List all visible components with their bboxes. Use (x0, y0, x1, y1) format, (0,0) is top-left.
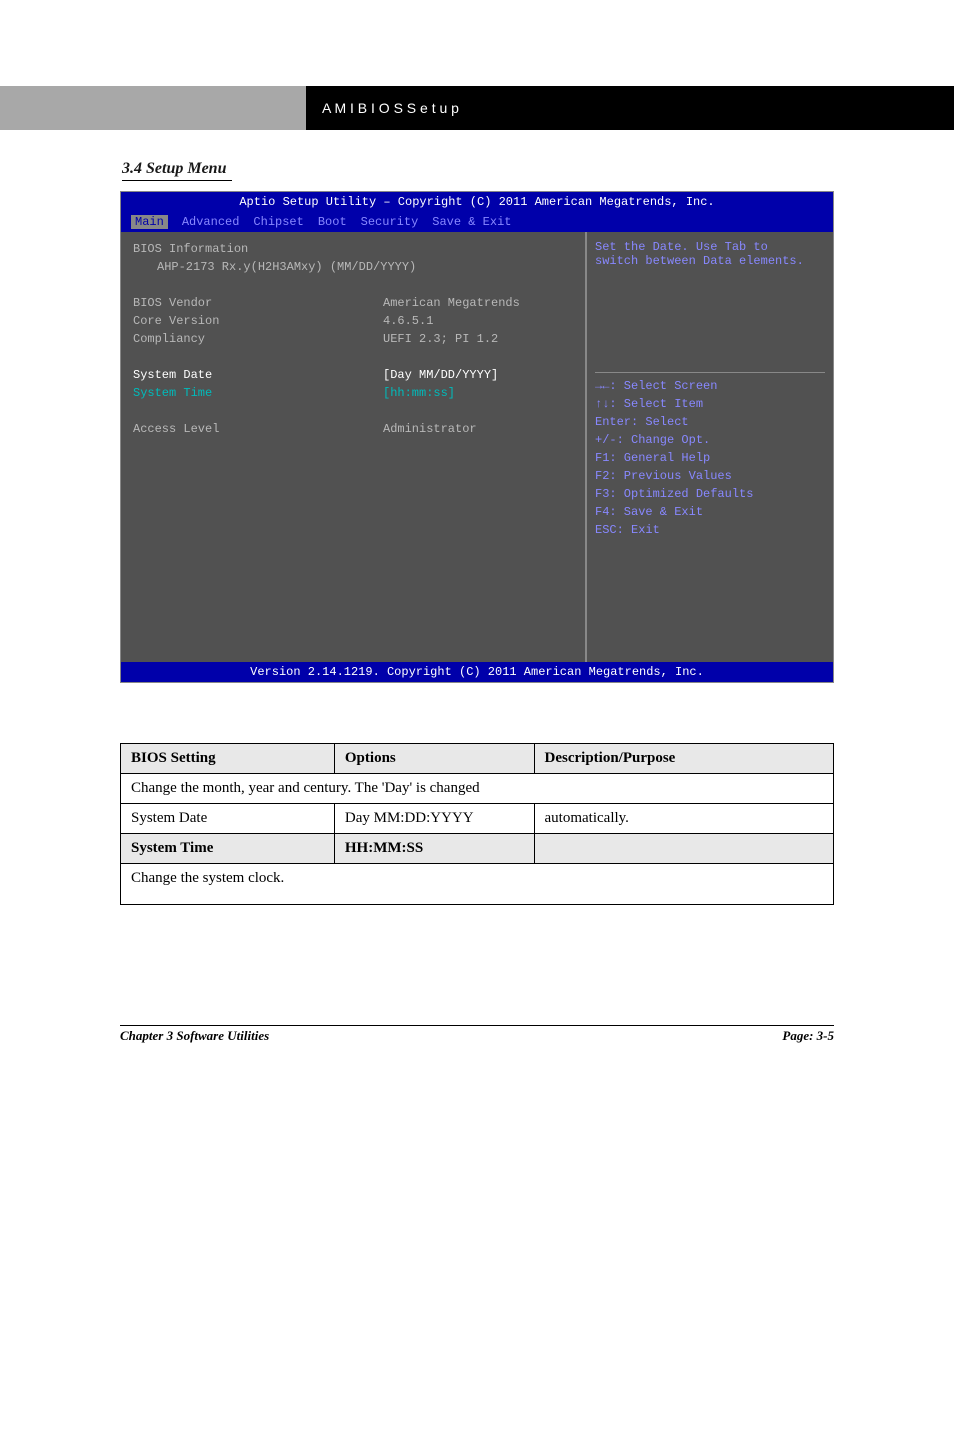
table-row-date-desc: Change the month, year and century. The … (121, 774, 834, 804)
key-f4: F4: Save & Exit (595, 503, 825, 521)
help-divider (595, 372, 825, 373)
key-f1: F1: General Help (595, 449, 825, 467)
key-f3: F3: Optimized Defaults (595, 485, 825, 503)
spacer (133, 402, 573, 420)
bios-top: Aptio Setup Utility – Copyright (C) 2011… (121, 192, 833, 212)
bios-tab-security[interactable]: Security (361, 215, 419, 229)
table-row-time-header: System Time HH:MM:SS (121, 834, 834, 864)
row-time[interactable]: System Time [hh:mm:ss] (133, 384, 573, 402)
bios-info-text: BIOS Information (133, 240, 248, 258)
label-access: Access Level (133, 420, 383, 438)
key-enter: Enter: Select (595, 413, 825, 431)
bios-tab-chipset[interactable]: Chipset (253, 215, 303, 229)
label-time: System Time (133, 384, 383, 402)
footer-right: Page: 3-5 (552, 1028, 834, 1044)
bios-left-panel: BIOS Information AHP-2173 Rx.y(H2H3AMxy)… (121, 232, 586, 662)
help-line-2: switch between Data elements. (595, 254, 825, 268)
bios-model-text: AHP-2173 Rx.y(H2H3AMxy) (MM/DD/YYYY) (157, 258, 416, 276)
bios-screen: Aptio Setup Utility – Copyright (C) 2011… (120, 191, 834, 683)
value-time[interactable]: [hh:mm:ss] (383, 384, 573, 402)
th-setting: BIOS Setting (121, 744, 335, 774)
key-f2: F2: Previous Values (595, 467, 825, 485)
bios-footer: Version 2.14.1219. Copyright (C) 2011 Am… (121, 662, 833, 682)
bios-tab-advanced[interactable]: Advanced (182, 215, 240, 229)
td-date-options: Day MM:DD:YYYY (334, 804, 534, 834)
value-core: 4.6.5.1 (383, 312, 573, 330)
label-date: System Date (133, 366, 383, 384)
help-keys: →←: Select Screen ↑↓: Select Item Enter:… (595, 377, 825, 654)
value-date[interactable]: [Day MM/DD/YYYY] (383, 366, 573, 384)
key-esc: ESC: Exit (595, 521, 825, 539)
label-vendor: BIOS Vendor (133, 294, 383, 312)
bios-info-label: BIOS Information (133, 240, 573, 258)
table-row-time-desc: Change the system clock. (121, 864, 834, 905)
row-comp: Compliancy UEFI 2.3; PI 1.2 (133, 330, 573, 348)
bios-tab-save-exit[interactable]: Save & Exit (432, 215, 511, 229)
table-wrap: BIOS Setting Options Description/Purpose… (120, 743, 834, 905)
label-comp: Compliancy (133, 330, 383, 348)
section-title: 3.4 Setup Menu (122, 160, 226, 177)
value-access: Administrator (383, 420, 573, 438)
value-comp: UEFI 2.3; PI 1.2 (383, 330, 573, 348)
th-options: Options (334, 744, 534, 774)
underline (122, 180, 232, 181)
key-change-opt: +/-: Change Opt. (595, 431, 825, 449)
header-black: A M I B I O S S e t u p (306, 86, 954, 130)
table-header-row: BIOS Setting Options Description/Purpose (121, 744, 834, 774)
page-header: A M I B I O S S e t u p (0, 86, 954, 130)
td-date-desc-line1: Change the month, year and century. The … (121, 774, 834, 804)
bios-body: BIOS Information AHP-2173 Rx.y(H2H3AMxy)… (121, 232, 833, 662)
page-footer: Chapter 3 Software Utilities Page: 3-5 (120, 1025, 834, 1044)
value-vendor: American Megatrends (383, 294, 573, 312)
bios-tab-boot[interactable]: Boot (318, 215, 347, 229)
help-line-1: Set the Date. Use Tab to (595, 240, 825, 254)
header-title: A M I B I O S S e t u p (322, 100, 459, 116)
key-select-item: ↑↓: Select Item (595, 395, 825, 413)
bios-tab-main[interactable]: Main (131, 215, 168, 229)
row-date[interactable]: System Date [Day MM/DD/YYYY] (133, 366, 573, 384)
table-row-date: System Date Day MM:DD:YYYY automatically… (121, 804, 834, 834)
spacer (133, 348, 573, 366)
row-core: Core Version 4.6.5.1 (133, 312, 573, 330)
td-time-setting: System Time (121, 834, 335, 864)
settings-table: BIOS Setting Options Description/Purpose… (120, 743, 834, 905)
bios-model: AHP-2173 Rx.y(H2H3AMxy) (MM/DD/YYYY) (157, 258, 573, 276)
header-gray (0, 86, 306, 130)
section-title-wrap: 3.4 Setup Menu (122, 160, 954, 181)
td-time-desc-blank (534, 834, 833, 864)
label-core: Core Version (133, 312, 383, 330)
key-select-screen: →←: Select Screen (595, 377, 825, 395)
bios-right-panel: Set the Date. Use Tab to switch between … (586, 232, 833, 662)
td-date-setting: System Date (121, 804, 335, 834)
td-date-desc-line2: automatically. (534, 804, 833, 834)
footer-left: Chapter 3 Software Utilities (120, 1028, 552, 1044)
bios-menu[interactable]: Main Advanced Chipset Boot Security Save… (121, 212, 833, 232)
row-vendor: BIOS Vendor American Megatrends (133, 294, 573, 312)
help-top: Set the Date. Use Tab to switch between … (595, 240, 825, 368)
spacer (133, 276, 573, 294)
row-access: Access Level Administrator (133, 420, 573, 438)
td-time-desc: Change the system clock. (121, 864, 834, 905)
th-desc: Description/Purpose (534, 744, 833, 774)
td-time-options: HH:MM:SS (334, 834, 534, 864)
